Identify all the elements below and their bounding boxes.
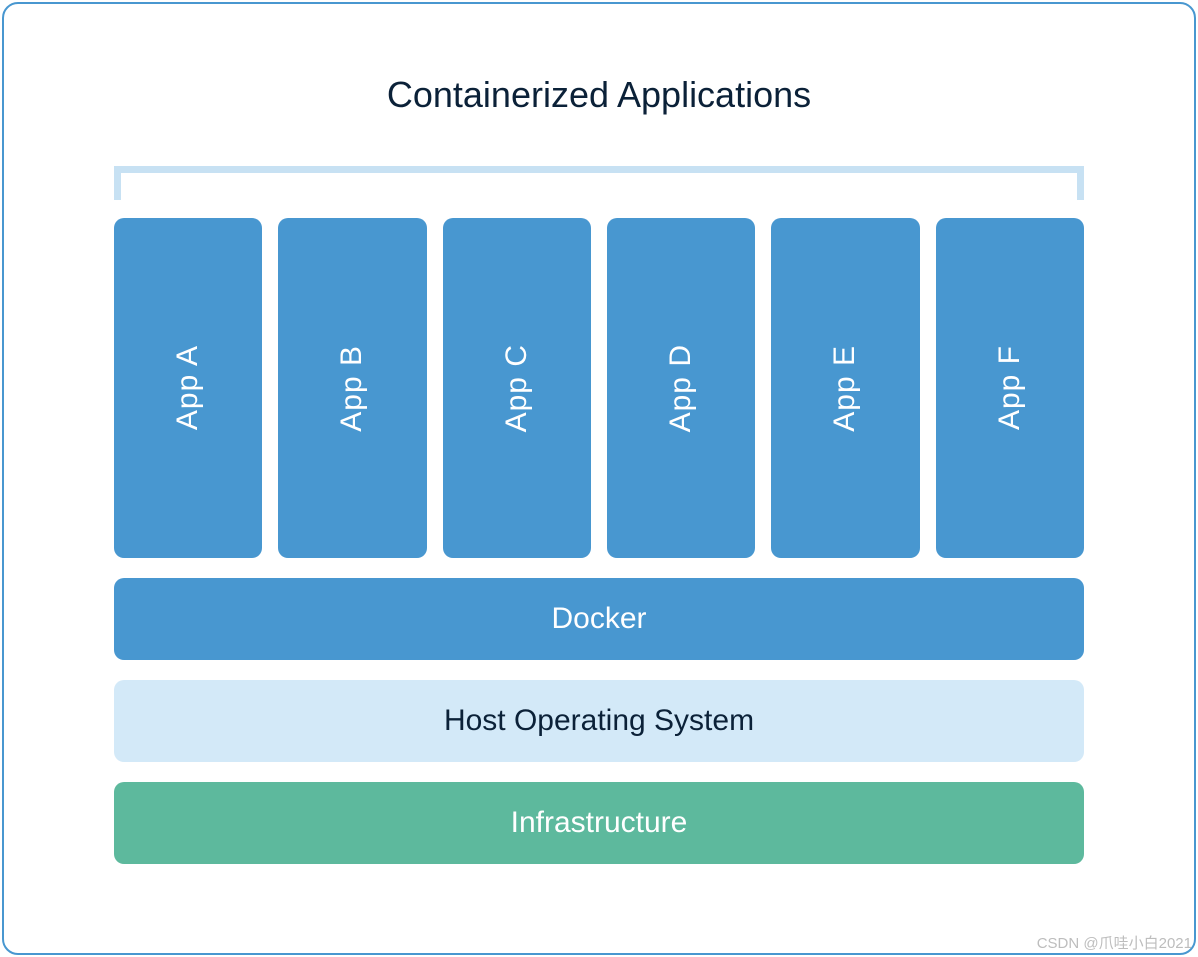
app-label: App B bbox=[335, 345, 369, 432]
diagram-frame: Containerized Applications App A App B A… bbox=[2, 2, 1196, 955]
app-box-c: App C bbox=[443, 218, 591, 558]
layer-docker: Docker bbox=[114, 578, 1084, 660]
layer-label: Host Operating System bbox=[444, 704, 754, 738]
layer-label: Infrastructure bbox=[511, 806, 688, 840]
apps-row: App A App B App C App D App E App F bbox=[114, 218, 1084, 558]
app-label: App A bbox=[171, 345, 205, 430]
app-label: App C bbox=[500, 344, 534, 432]
app-box-a: App A bbox=[114, 218, 262, 558]
app-box-e: App E bbox=[771, 218, 919, 558]
layer-label: Docker bbox=[551, 602, 646, 636]
app-label: App D bbox=[664, 344, 698, 432]
bracket-left bbox=[114, 166, 121, 200]
app-label: App E bbox=[828, 345, 862, 432]
app-box-b: App B bbox=[278, 218, 426, 558]
app-box-f: App F bbox=[936, 218, 1084, 558]
app-box-d: App D bbox=[607, 218, 755, 558]
layer-host-os: Host Operating System bbox=[114, 680, 1084, 762]
bracket-right bbox=[1077, 166, 1084, 200]
watermark: CSDN @爪哇小白2021 bbox=[1037, 932, 1192, 953]
apps-bracket bbox=[114, 166, 1084, 200]
diagram-title: Containerized Applications bbox=[114, 74, 1084, 116]
bracket-top bbox=[114, 166, 1084, 173]
app-label: App F bbox=[993, 345, 1027, 430]
layer-infrastructure: Infrastructure bbox=[114, 782, 1084, 864]
